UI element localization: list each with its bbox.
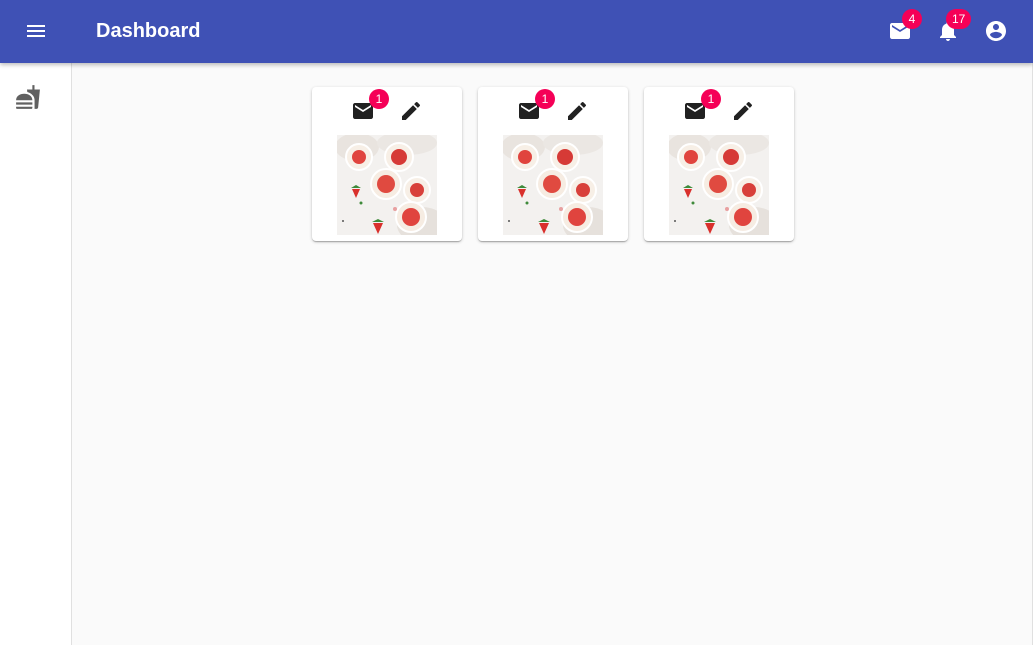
- drawer-item-fastfood[interactable]: [14, 83, 42, 111]
- card-edit-button[interactable]: [553, 87, 601, 135]
- account-button[interactable]: [972, 7, 1020, 55]
- card-image[interactable]: [669, 135, 769, 235]
- card-edit-button[interactable]: [719, 87, 767, 135]
- page-title: Dashboard: [96, 20, 201, 42]
- card-mail-badge: 1: [701, 89, 721, 109]
- card-mail-badge: 1: [369, 89, 389, 109]
- card-edit-button[interactable]: [387, 87, 435, 135]
- mail-badge: 4: [902, 9, 922, 29]
- mail-button[interactable]: 4: [876, 7, 924, 55]
- app-bar: Dashboard 4 17: [0, 0, 1033, 63]
- fastfood-icon: [16, 85, 40, 109]
- card-mail-button[interactable]: 1: [505, 87, 555, 135]
- strawberry-dessert-image: [503, 135, 603, 235]
- card-image[interactable]: [503, 135, 603, 235]
- notifications-button[interactable]: 17: [924, 7, 972, 55]
- account-circle-icon: [986, 21, 1006, 41]
- card-mail-button[interactable]: 1: [339, 87, 389, 135]
- recipe-card: 1: [478, 87, 628, 241]
- edit-icon: [731, 99, 755, 123]
- menu-icon: [27, 25, 45, 37]
- edit-icon: [399, 99, 423, 123]
- strawberry-dessert-image: [669, 135, 769, 235]
- card-mail-button[interactable]: 1: [671, 87, 721, 135]
- recipe-card: 1: [644, 87, 794, 241]
- side-drawer: [0, 63, 72, 645]
- menu-button[interactable]: [12, 7, 60, 55]
- edit-icon: [565, 99, 589, 123]
- notifications-badge: 17: [946, 9, 972, 29]
- card-image[interactable]: [337, 135, 437, 235]
- strawberry-dessert-image: [337, 135, 437, 235]
- card-mail-badge: 1: [535, 89, 555, 109]
- recipe-card: 1: [312, 87, 462, 241]
